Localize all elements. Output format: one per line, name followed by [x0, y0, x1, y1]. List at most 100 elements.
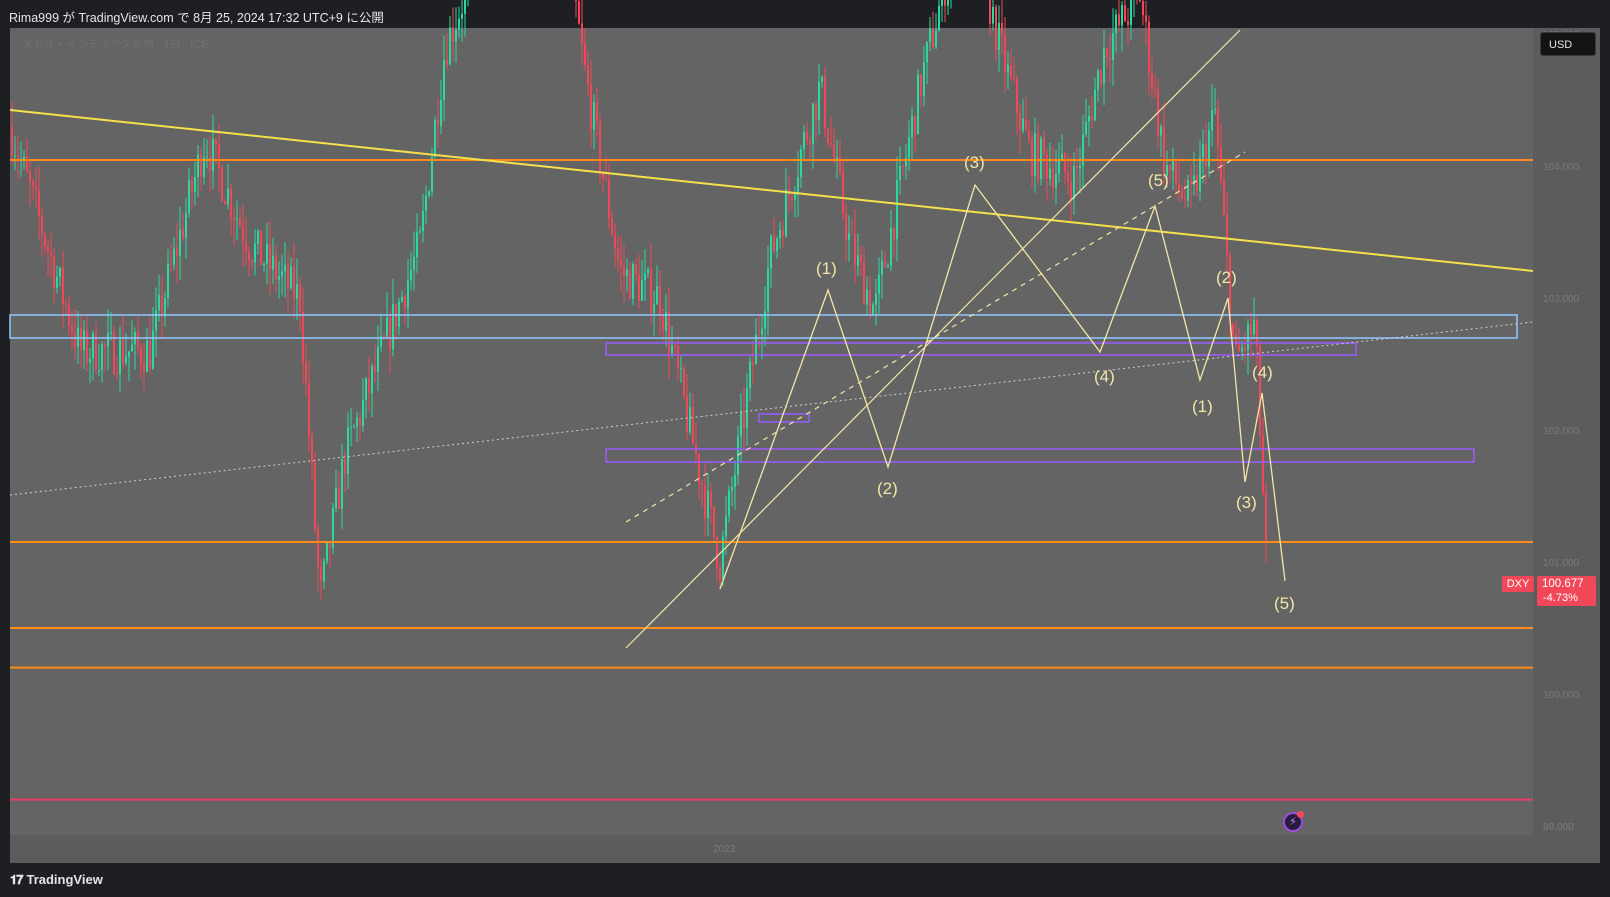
- candle-body: [1148, 21, 1150, 74]
- candle-body: [812, 103, 814, 144]
- candle-body: [1226, 214, 1228, 255]
- candle-body: [647, 269, 649, 274]
- candle-body: [800, 149, 802, 177]
- candle-body: [1142, 1, 1144, 16]
- candle-body: [935, 30, 937, 47]
- candle-body: [929, 28, 931, 42]
- candle-body: [1088, 115, 1090, 122]
- candle-body: [755, 334, 757, 365]
- currency-button[interactable]: USD: [1540, 32, 1596, 56]
- candle-body: [1181, 190, 1183, 199]
- candle-body: [1139, 0, 1141, 2]
- candle-body: [623, 266, 625, 276]
- notification-dot: [1297, 811, 1304, 818]
- candle-body: [782, 230, 784, 237]
- candle-body: [578, 0, 580, 24]
- candle-body: [1085, 121, 1087, 135]
- wave-label: (3): [1236, 493, 1257, 512]
- zone-box: [9, 314, 1518, 339]
- wave-label: (4): [1252, 363, 1273, 382]
- candle-body: [278, 276, 280, 280]
- candle-body: [1127, 21, 1129, 25]
- tradingview-logo-icon: 𝟏𝟕: [10, 872, 24, 887]
- symbol-tag: DXY: [1502, 576, 1534, 592]
- candle-body: [701, 482, 703, 486]
- candle-body: [437, 119, 439, 126]
- candle-body: [1178, 183, 1180, 191]
- candle-body: [899, 165, 901, 180]
- candle-body: [419, 231, 421, 233]
- y-tick-label: 103.000: [1543, 294, 1580, 305]
- candle-body: [791, 195, 793, 200]
- candle-body: [1019, 112, 1021, 131]
- zone-box: [758, 413, 810, 423]
- candle-body: [1214, 108, 1216, 111]
- candle-body: [149, 340, 151, 369]
- candle-body: [722, 536, 724, 580]
- candle-body: [1250, 323, 1252, 335]
- candle-body: [806, 132, 808, 141]
- y-tick-label: 102.000: [1543, 426, 1580, 437]
- candle-body: [896, 179, 898, 240]
- candle-body: [1232, 323, 1234, 335]
- candle-body: [359, 417, 361, 426]
- candle-body: [1001, 22, 1003, 36]
- candle-body: [875, 293, 877, 305]
- candle-body: [668, 311, 670, 354]
- candle-body: [1115, 14, 1117, 34]
- candle-body: [884, 260, 886, 268]
- candle-body: [356, 417, 358, 427]
- candle-body: [65, 303, 67, 306]
- candle-body: [365, 378, 367, 400]
- candle-body: [683, 367, 685, 397]
- brand[interactable]: 𝟏𝟕 TradingView: [10, 872, 103, 888]
- candle-body: [1121, 5, 1123, 26]
- candle-body: [827, 128, 829, 143]
- candle-body: [1208, 130, 1210, 167]
- candle-body: [170, 263, 172, 265]
- candle-body: [1130, 0, 1132, 25]
- candle-body: [1040, 138, 1042, 179]
- candle-body: [71, 325, 73, 333]
- candle-body: [728, 490, 730, 516]
- candle-body: [89, 358, 91, 363]
- candle-body: [266, 243, 268, 264]
- candle-body: [584, 43, 586, 66]
- candle-body: [185, 212, 187, 238]
- candle-body: [740, 412, 742, 437]
- channel-line: [625, 29, 1241, 649]
- candle-body: [227, 188, 229, 205]
- candle-body: [605, 178, 607, 180]
- candle-body: [398, 301, 400, 327]
- candle-body: [1064, 153, 1066, 173]
- candle-body: [1043, 138, 1045, 155]
- candle-body: [1223, 179, 1225, 215]
- candle-body: [206, 156, 208, 158]
- chart-svg[interactable]: 105.000104.000103.000102.000101.000100.0…: [0, 0, 1610, 897]
- candle-body: [1103, 48, 1105, 84]
- candle-body: [809, 140, 811, 144]
- candle-body: [824, 77, 826, 129]
- candle-body: [320, 567, 322, 581]
- candle-body: [92, 333, 94, 359]
- candle-body: [317, 528, 319, 568]
- candle-body: [32, 182, 34, 186]
- candle-body: [50, 251, 52, 256]
- candle-body: [143, 363, 145, 372]
- candle-body: [842, 172, 844, 214]
- candle-body: [620, 260, 622, 267]
- candle-body: [248, 251, 250, 261]
- candle-body: [617, 249, 619, 261]
- candle-body: [125, 356, 127, 363]
- candle-body: [1028, 130, 1030, 139]
- candle-body: [1154, 87, 1156, 90]
- candle-body: [1205, 144, 1207, 167]
- candle-body: [434, 119, 436, 157]
- candle-body: [749, 361, 751, 389]
- candle-body: [353, 426, 355, 428]
- lightning-bolt-icon[interactable]: ⚡: [1283, 811, 1304, 832]
- candle-body: [464, 0, 466, 14]
- candle-body: [404, 296, 406, 309]
- candle-body: [830, 142, 832, 145]
- candle-body: [245, 241, 247, 252]
